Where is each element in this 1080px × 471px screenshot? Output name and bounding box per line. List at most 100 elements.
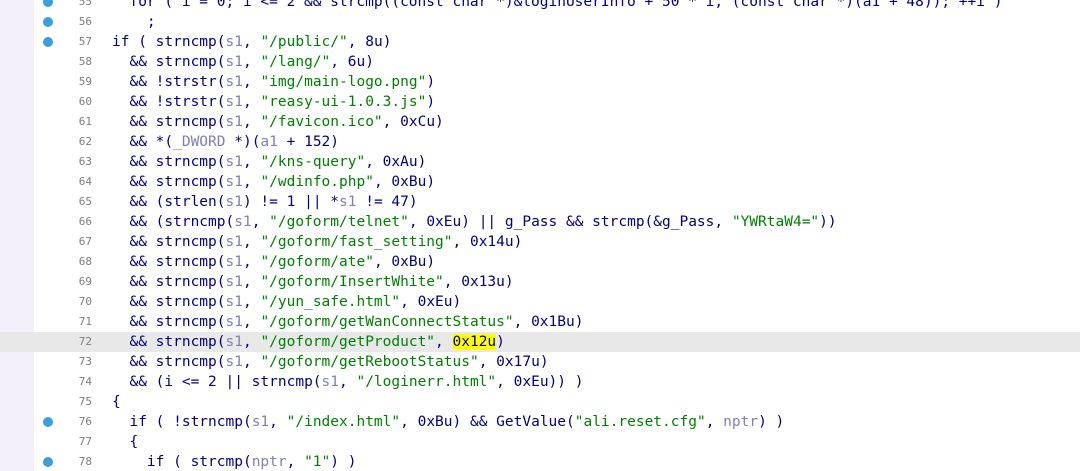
code-token: s1 [225, 194, 243, 210]
pseudocode-editor[interactable]: 55 for ( i = 0; i <= 2 && strcmp((const … [0, 0, 1080, 471]
code-text[interactable]: && (i <= 2 || strncmp(s1, "/loginerr.htm… [112, 372, 583, 392]
code-token: s1 [225, 234, 243, 250]
code-token: 0x1Bu [531, 314, 575, 330]
code-text[interactable]: && strncmp(s1, "/favicon.ico", 0xCu) [112, 112, 443, 132]
code-text[interactable]: && strncmp(s1, "/goform/fast_setting", 0… [112, 232, 522, 252]
code-line[interactable]: 65 && (strlen(s1) != 1 || *s1 != 47) [0, 192, 1080, 212]
code-text[interactable]: for ( i = 0; i <= 2 && strcmp((const cha… [112, 0, 1002, 12]
code-token: 152 [304, 134, 331, 150]
code-token: ) [426, 94, 436, 110]
code-text[interactable]: && !strstr(s1, "reasy-ui-1.0.3.js") [112, 92, 435, 112]
code-token: ) && GetValue( [452, 414, 575, 430]
code-token: && strncmp( [112, 254, 226, 270]
line-number: 69 [78, 275, 92, 288]
code-line[interactable]: 69 && strncmp(s1, "/goform/InsertWhite",… [0, 272, 1080, 292]
code-text[interactable]: if ( strcmp(nptr, "1") ) [112, 452, 357, 471]
code-token: && strncmp( [112, 174, 226, 190]
line-number: 57 [78, 35, 92, 48]
code-line[interactable]: 76 if ( !strncmp(s1, "/index.html", 0xBu… [0, 412, 1080, 432]
code-token: s1 [225, 314, 243, 330]
code-line[interactable]: 61 && strncmp(s1, "/favicon.ico", 0xCu) [0, 112, 1080, 132]
code-token: , [242, 314, 261, 330]
line-number: 58 [78, 55, 92, 68]
code-token: , [365, 154, 383, 170]
code-token: , [452, 234, 470, 250]
search-match-highlight: 0x12u [452, 334, 497, 350]
code-line[interactable]: 75 { [0, 392, 1080, 412]
code-line[interactable]: 62 && *(_DWORD *)(a1 + 152) [0, 132, 1080, 152]
code-line[interactable]: 73 && strncmp(s1, "/goform/getRebootStat… [0, 352, 1080, 372]
code-text[interactable]: && strncmp(s1, "/wdinfo.php", 0xBu) [112, 172, 435, 192]
code-token: , [513, 314, 532, 330]
code-token: , [705, 414, 724, 430]
code-token: , [242, 234, 261, 250]
code-line[interactable]: 77 { [0, 432, 1080, 452]
code-token: && strncmp( [112, 114, 226, 130]
code-text[interactable]: && strncmp(s1, "/goform/getWanConnectSta… [112, 312, 583, 332]
code-token: && strncmp( [112, 314, 226, 330]
code-line[interactable]: 56 ; [0, 12, 1080, 32]
code-line[interactable]: 55 for ( i = 0; i <= 2 && strcmp((const … [0, 0, 1080, 12]
code-text[interactable]: && strncmp(s1, "/goform/getRebootStatus"… [112, 352, 548, 372]
code-line[interactable]: 68 && strncmp(s1, "/goform/ate", 0xBu) [0, 252, 1080, 272]
code-token: s1 [225, 274, 243, 290]
code-text[interactable]: ; [112, 12, 156, 32]
code-token: 0xCu [400, 114, 436, 130]
code-line[interactable]: 74 && (i <= 2 || strncmp(s1, "/loginerr.… [0, 372, 1080, 392]
code-token: && strncmp( [112, 154, 226, 170]
line-number: 65 [78, 195, 92, 208]
code-line[interactable]: 58 && strncmp(s1, "/lang/", 6u) [0, 52, 1080, 72]
code-text[interactable]: && *(_DWORD *)(a1 + 152) [112, 132, 339, 152]
code-text[interactable]: && (strlen(s1) != 1 || *s1 != 47) [112, 192, 417, 212]
code-token: { [112, 394, 121, 410]
code-text[interactable]: if ( !strncmp(s1, "/index.html", 0xBu) &… [112, 412, 784, 432]
line-number: 78 [78, 455, 92, 468]
code-token: s1 [225, 174, 243, 190]
code-text[interactable]: && strncmp(s1, "/goform/ate", 0xBu) [112, 252, 435, 272]
code-token: , [242, 94, 261, 110]
code-token: "/goform/telnet" [269, 214, 409, 230]
code-line[interactable]: 64 && strncmp(s1, "/wdinfo.php", 0xBu) [0, 172, 1080, 192]
code-token: , [330, 54, 348, 70]
code-token: for ( i = 0; i <= 2 && strcmp((const cha… [112, 0, 1003, 10]
code-text[interactable]: && strncmp(s1, "/kns-query", 0xAu) [112, 152, 426, 172]
line-number: 73 [78, 355, 92, 368]
code-line[interactable]: 60 && !strstr(s1, "reasy-ui-1.0.3.js") [0, 92, 1080, 112]
code-line[interactable]: 70 && strncmp(s1, "/yun_safe.html", 0xEu… [0, 292, 1080, 312]
code-text[interactable]: && (strncmp(s1, "/goform/telnet", 0xEu) … [112, 212, 836, 232]
code-text[interactable]: && strncmp(s1, "/goform/InsertWhite", 0x… [112, 272, 513, 292]
code-token: && (strlen( [112, 194, 226, 210]
code-line[interactable]: 63 && strncmp(s1, "/kns-query", 0xAu) [0, 152, 1080, 172]
code-token: , [242, 334, 261, 350]
code-token: s1 [225, 74, 243, 90]
code-text[interactable]: if ( strncmp(s1, "/public/", 8u) [112, 32, 391, 52]
code-line[interactable]: 59 && !strstr(s1, "img/main-logo.png") [0, 72, 1080, 92]
code-text[interactable]: && strncmp(s1, "/lang/", 6u) [112, 52, 374, 72]
code-text[interactable]: && strncmp(s1, "/goform/getProduct", 0x1… [112, 332, 505, 352]
code-line[interactable]: 78 if ( strcmp(nptr, "1") ) [0, 452, 1080, 471]
code-token: , [251, 214, 270, 230]
line-number: 68 [78, 255, 92, 268]
code-text[interactable]: && strncmp(s1, "/yun_safe.html", 0xEu) [112, 292, 461, 312]
code-line[interactable]: 57 if ( strncmp(s1, "/public/", 8u) [0, 32, 1080, 52]
code-token: ) [496, 334, 505, 350]
code-token: && strncmp( [112, 54, 226, 70]
code-token: "/loginerr.html" [356, 374, 497, 390]
code-text[interactable]: && !strstr(s1, "img/main-logo.png") [112, 72, 435, 92]
code-token: && strncmp( [112, 234, 226, 250]
line-number: 63 [78, 155, 92, 168]
code-token: _DWORD [173, 134, 226, 150]
code-token: , [242, 74, 261, 90]
code-token: && strncmp( [112, 274, 226, 290]
code-line[interactable]: 67 && strncmp(s1, "/goform/fast_setting"… [0, 232, 1080, 252]
code-line-current[interactable]: 72 && strncmp(s1, "/goform/getProduct", … [0, 332, 1080, 352]
code-token: , [242, 174, 261, 190]
code-token: "/yun_safe.html" [260, 294, 401, 310]
code-text[interactable]: { [112, 392, 121, 412]
code-token: s1 [225, 294, 243, 310]
code-token: , [242, 54, 261, 70]
code-token: "/goform/fast_setting" [260, 234, 453, 250]
code-line[interactable]: 66 && (strncmp(s1, "/goform/telnet", 0xE… [0, 212, 1080, 232]
code-line[interactable]: 71 && strncmp(s1, "/goform/getWanConnect… [0, 312, 1080, 332]
code-text[interactable]: { [112, 432, 138, 452]
